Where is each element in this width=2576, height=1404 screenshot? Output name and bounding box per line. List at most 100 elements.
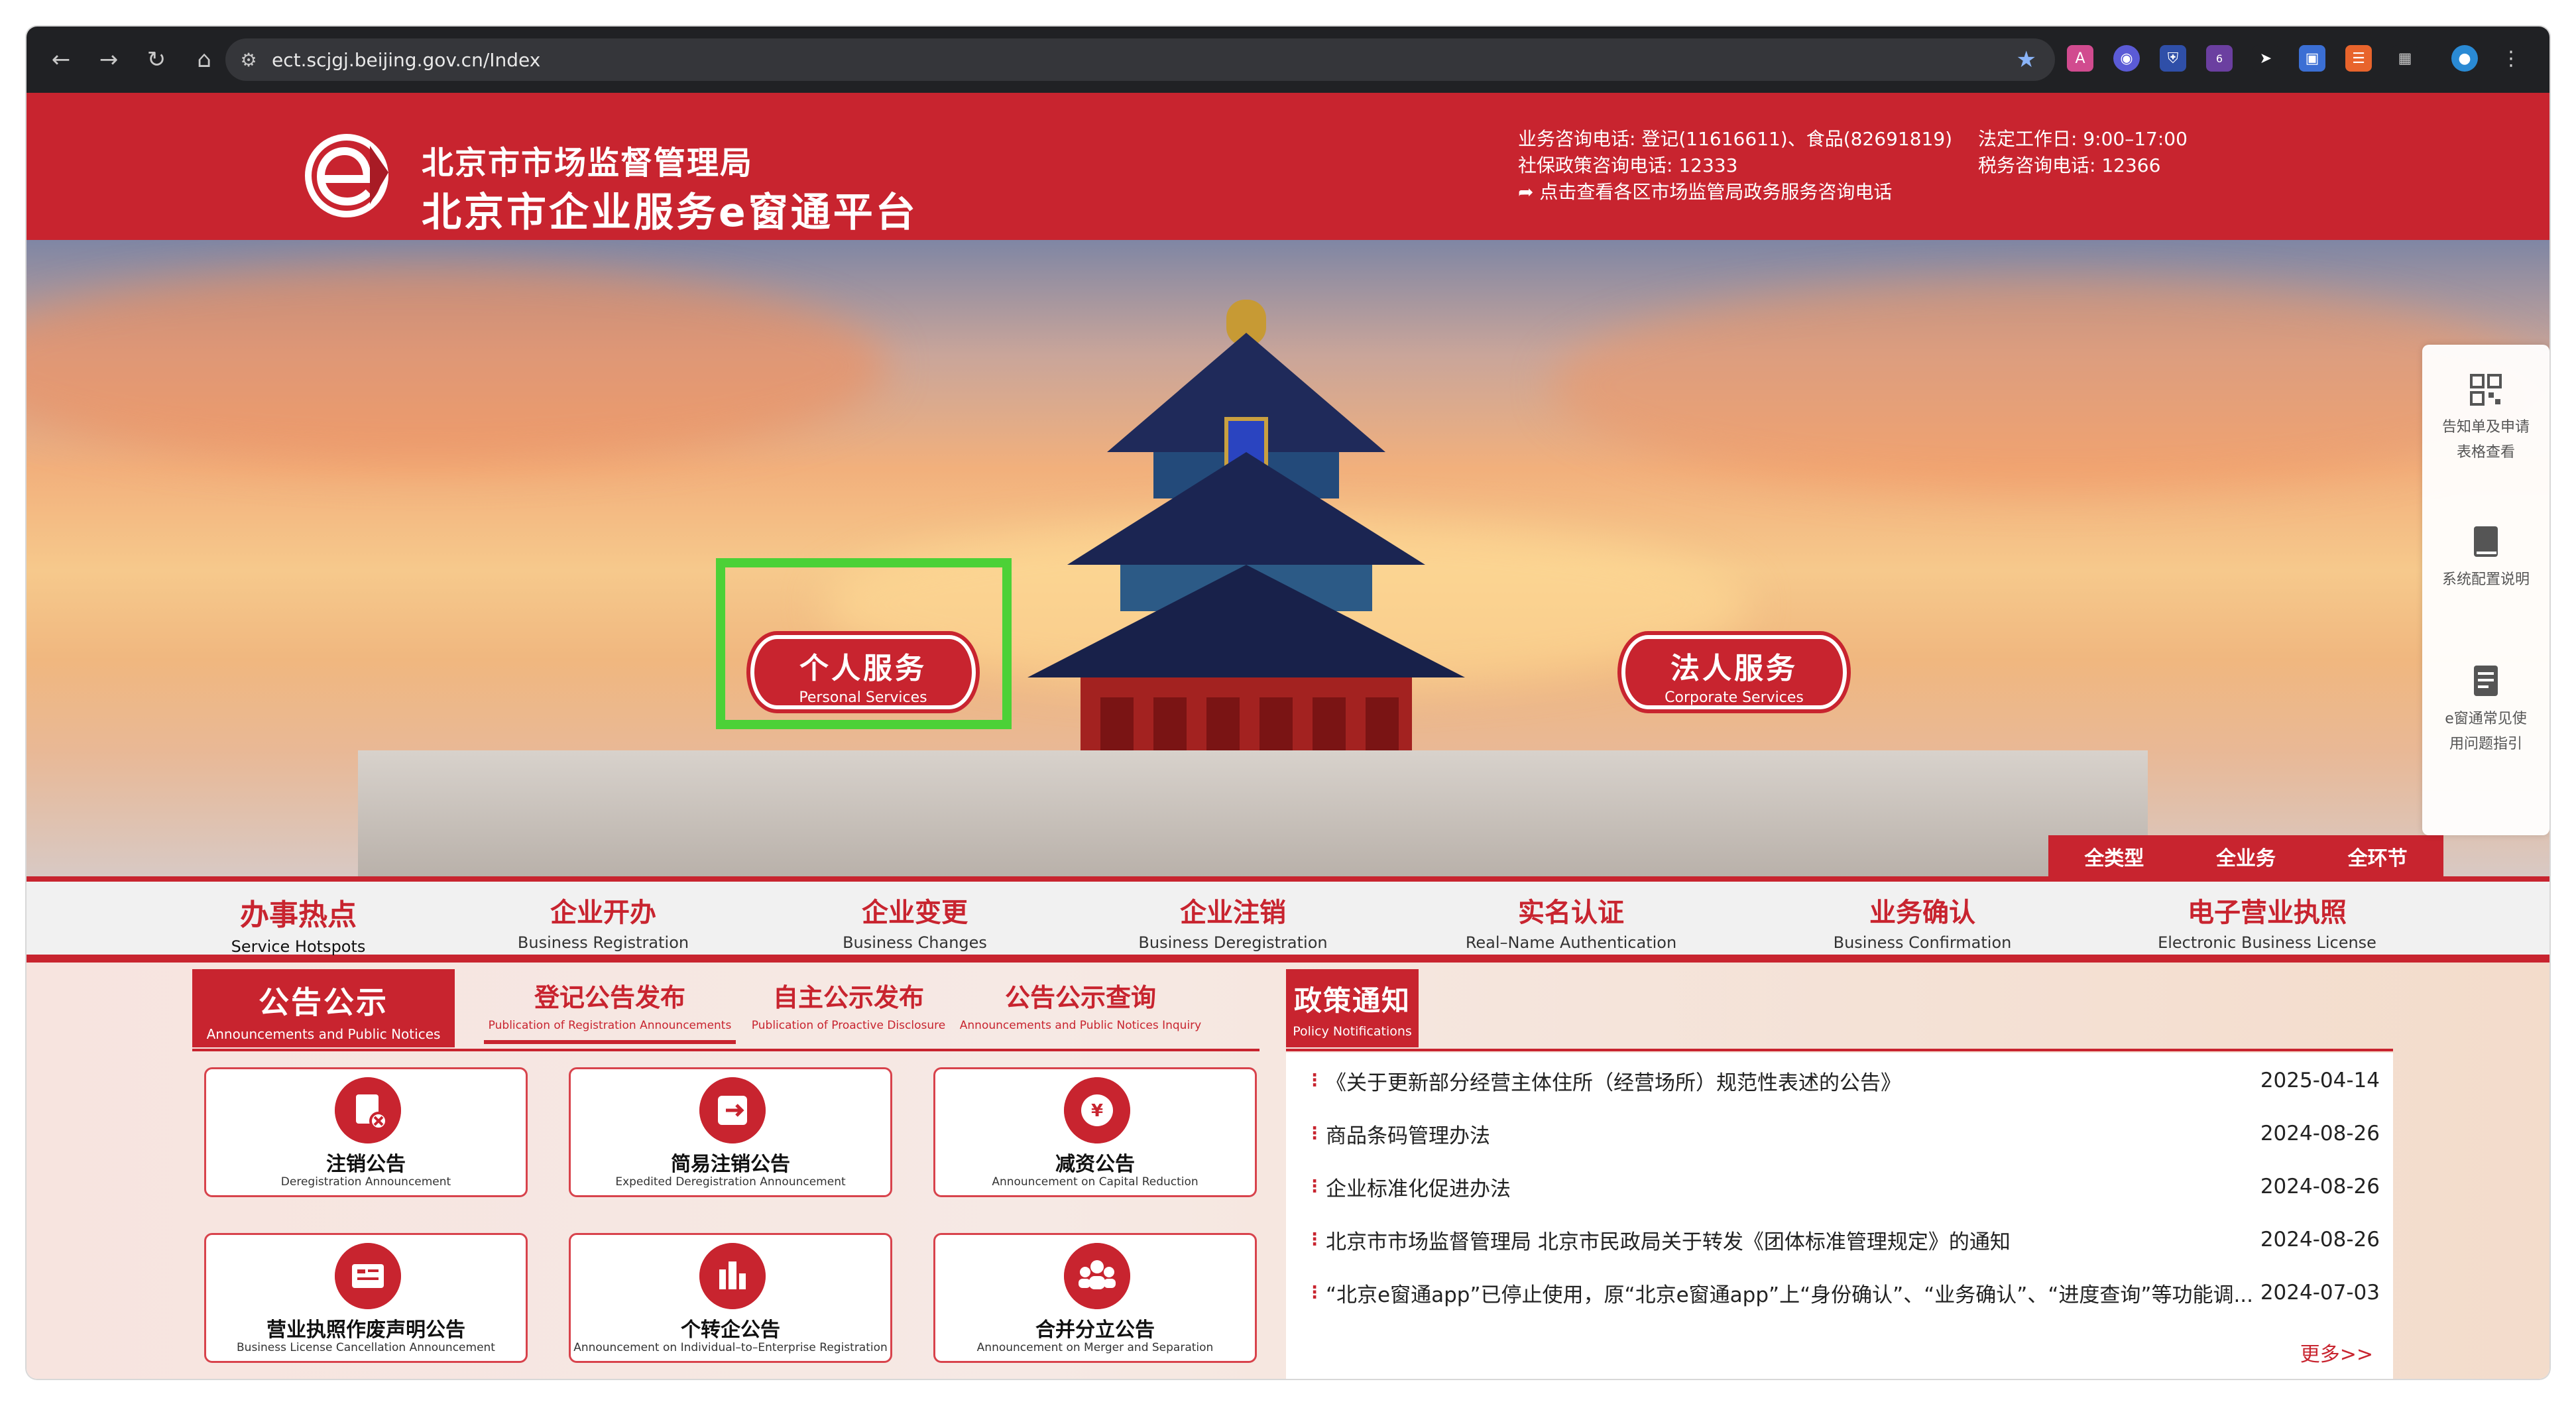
float-item-forms[interactable]: 告知单及申请 表格查看 (2422, 371, 2549, 465)
extensions-puzzle-icon[interactable]: ▦ (2392, 45, 2418, 72)
policy-item-date: 2024-08-26 (2260, 1228, 2380, 1252)
reload-icon[interactable]: ↻ (133, 27, 180, 93)
extension-notes-icon[interactable]: ☰ (2345, 45, 2372, 72)
category-confirmation-label: 业务确认 (1869, 898, 1975, 928)
sky-cloud (27, 266, 888, 465)
back-icon[interactable]: ← (37, 27, 85, 93)
qr-code-icon (2470, 374, 2502, 406)
extension-shield-icon[interactable]: ⛨ (2160, 45, 2186, 72)
tab-announcements[interactable]: 公告公示 Announcements and Public Notices (192, 969, 455, 1047)
browser-window: ← → ↻ ⌂ ⚙ ect.scjgj.beijing.gov.cn/Index… (27, 27, 2549, 1379)
float-item-config[interactable]: 系统配置说明 (2422, 524, 2549, 593)
policy-item-title[interactable]: 北京市市场监督管理局 北京市民政局关于转发《团体标准管理规定》的通知 (1326, 1225, 2254, 1255)
card-individual-title: 个转企公告 (681, 1318, 780, 1342)
yen-icon: ¥ (1064, 1077, 1130, 1143)
district-contact-text: 点击查看各区市场监管局政务服务咨询电话 (1539, 181, 1893, 203)
category-hotspots[interactable]: 办事热点 Service Hotspots (192, 891, 404, 956)
work-hours: 法定工作日: 9:00–17:00 (1978, 128, 2188, 150)
terrace-balustrade (358, 750, 2148, 876)
policy-item-date: 2024-08-26 (2260, 1122, 2380, 1145)
subtab-inquiry[interactable]: 公告公示查询 Announcements and Public Notices … (955, 977, 1206, 1032)
category-e-license-label-en: Electronic Business License (2158, 933, 2376, 952)
subtab-proactive-disclosure[interactable]: 自主公示发布 Publication of Proactive Disclosu… (742, 977, 955, 1032)
card-expedited-subtitle: Expedited Deregistration Announcement (615, 1175, 846, 1189)
card-expedited-title: 简易注销公告 (671, 1153, 790, 1176)
card-license-subtitle: Business License Cancellation Announceme… (237, 1341, 495, 1354)
float-item-faq[interactable]: e窗通常见使 用问题指引 (2422, 663, 2549, 757)
policy-item-title[interactable]: 《关于更新部分经营主体住所（经营场所）规范性表述的公告》 (1326, 1066, 2254, 1096)
float-faq-label-1: e窗通常见使 (2445, 711, 2527, 727)
policy-item[interactable]: ⋮ 北京市市场监督管理局 北京市民政局关于转发《团体标准管理规定》的通知 202… (1306, 1220, 2380, 1259)
e-window-logo-icon[interactable] (304, 133, 390, 219)
category-hotspots-label: 办事热点 (240, 898, 357, 932)
bullet-icon: ⋮ (1306, 1230, 1323, 1250)
policy-item-date: 2025-04-14 (2260, 1069, 2380, 1092)
category-confirmation[interactable]: 业务确认 Business Confirmation (1777, 891, 2068, 952)
category-realname-label-en: Real–Name Authentication (1465, 933, 1677, 952)
category-e-license[interactable]: 电子营业执照 Electronic Business License (2108, 891, 2426, 952)
policy-item-title[interactable]: “北京e窗通app”已停止使用，原“北京e窗通app”上“身份确认”、“业务确认… (1326, 1278, 2254, 1308)
category-deregistration[interactable]: 企业注销 Business Deregistration (1087, 891, 1379, 952)
card-deregistration[interactable]: 注销公告 Deregistration Announcement (204, 1067, 528, 1197)
profile-avatar-icon[interactable]: ● (2451, 45, 2478, 72)
policy-item[interactable]: ⋮ 《关于更新部分经营主体住所（经营场所）规范性表述的公告》 2025-04-1… (1306, 1061, 2380, 1100)
category-changes[interactable]: 企业变更 Business Changes (789, 891, 1041, 952)
business-contact: 业务咨询电话: 登记(11616611)、食品(82691819) (1518, 128, 1953, 150)
quick-tab-all-business[interactable]: 全业务 (2216, 842, 2276, 871)
card-individual-to-enterprise[interactable]: 个转企公告 Announcement on Individual–to–Ente… (569, 1233, 892, 1363)
home-icon[interactable]: ⌂ (180, 27, 228, 93)
card-individual-subtitle: Announcement on Individual–to–Enterprise… (573, 1341, 888, 1354)
extension-badge-count: 6 (2215, 52, 2223, 65)
building-icon (699, 1243, 766, 1309)
site-info-icon[interactable]: ⚙ (225, 49, 272, 71)
org-name: 北京市市场监督管理局 (422, 145, 754, 182)
card-merger-separation[interactable]: 合并分立公告 Announcement on Merger and Separa… (933, 1233, 1257, 1363)
extension-screenshot-icon[interactable]: ▣ (2299, 45, 2325, 72)
tab-policy-notifications[interactable]: 政策通知 Policy Notifications (1286, 969, 1419, 1047)
extension-circle-icon[interactable]: ◉ (2113, 45, 2140, 72)
policy-item-title[interactable]: 商品条码管理办法 (1326, 1119, 2254, 1149)
policy-more-link[interactable]: 更多>> (2300, 1338, 2373, 1367)
extension-translate-icon[interactable]: A (2067, 45, 2093, 72)
district-contact-link[interactable]: ➦ 点击查看各区市场监管局政务服务咨询电话 (1518, 178, 1892, 204)
quick-filter-tabs: 全类型 全业务 全环节 (2048, 835, 2443, 876)
sky-cloud (1551, 280, 2546, 492)
subtab-registration-label-en: Publication of Registration Announcement… (488, 1019, 732, 1032)
floating-sidebar: 告知单及申请 表格查看 系统配置说明 e窗通常见使 用问题指引 (2422, 345, 2549, 835)
license-icon (335, 1243, 401, 1309)
card-license-cancellation[interactable]: 营业执照作废声明公告 Business License Cancellation… (204, 1233, 528, 1363)
category-registration[interactable]: 企业开办 Business Registration (477, 891, 729, 952)
policy-item-title[interactable]: 企业标准化促进办法 (1326, 1172, 2254, 1202)
document-cancel-icon (335, 1077, 401, 1143)
float-forms-label-1: 告知单及申请 (2441, 419, 2530, 436)
float-faq-label-2: 用问题指引 (2449, 736, 2522, 752)
card-capital-subtitle: Announcement on Capital Reduction (992, 1175, 1199, 1189)
book-icon (2474, 526, 2498, 557)
policy-tab-label-en: Policy Notifications (1293, 1024, 1412, 1039)
quick-tab-all-stages[interactable]: 全环节 (2348, 842, 2408, 871)
category-realname[interactable]: 实名认证 Real–Name Authentication (1425, 891, 1717, 952)
card-expedited-deregistration[interactable]: 简易注销公告 Expedited Deregistration Announce… (569, 1067, 892, 1197)
bookmark-star-icon[interactable]: ★ (2017, 46, 2036, 73)
extension-cursor-icon[interactable]: ➤ (2253, 45, 2279, 72)
card-license-title: 营业执照作废声明公告 (266, 1318, 465, 1342)
menu-more-icon[interactable]: ⋮ (2498, 45, 2524, 72)
card-merger-subtitle: Announcement on Merger and Separation (976, 1341, 1214, 1354)
subtab-proactive-label: 自主公示发布 (772, 983, 924, 1012)
policy-item[interactable]: ⋮ “北京e窗通app”已停止使用，原“北京e窗通app”上“身份确认”、“业务… (1306, 1273, 2380, 1313)
url-text: ect.scjgj.beijing.gov.cn/Index (272, 48, 541, 71)
policy-item[interactable]: ⋮ 商品条码管理办法 2024-08-26 (1306, 1114, 2380, 1153)
corporate-services-button[interactable]: 法人服务 Corporate Services (1621, 635, 1847, 709)
share-arrow-icon: ➦ (1518, 181, 1534, 203)
forward-icon[interactable]: → (85, 27, 133, 93)
policy-item[interactable]: ⋮ 企业标准化促进办法 2024-08-26 (1306, 1167, 2380, 1206)
hero-banner: 个人服务 Personal Services 法人服务 Corporate Se… (27, 240, 2549, 876)
address-bar[interactable]: ⚙ ect.scjgj.beijing.gov.cn/Index ★ (225, 38, 2055, 81)
tax-phone: 税务咨询电话: 12366 (1978, 154, 2161, 176)
category-changes-label-en: Business Changes (843, 933, 987, 952)
subtab-registration-announcements[interactable]: 登记公告发布 Publication of Registration Annou… (484, 977, 736, 1044)
extension-badge-icon[interactable]: 6 (2206, 45, 2233, 72)
card-deregistration-title: 注销公告 (326, 1153, 406, 1176)
card-capital-reduction[interactable]: ¥ 减资公告 Announcement on Capital Reduction (933, 1067, 1257, 1197)
quick-tab-all-types[interactable]: 全类型 (2084, 842, 2144, 871)
